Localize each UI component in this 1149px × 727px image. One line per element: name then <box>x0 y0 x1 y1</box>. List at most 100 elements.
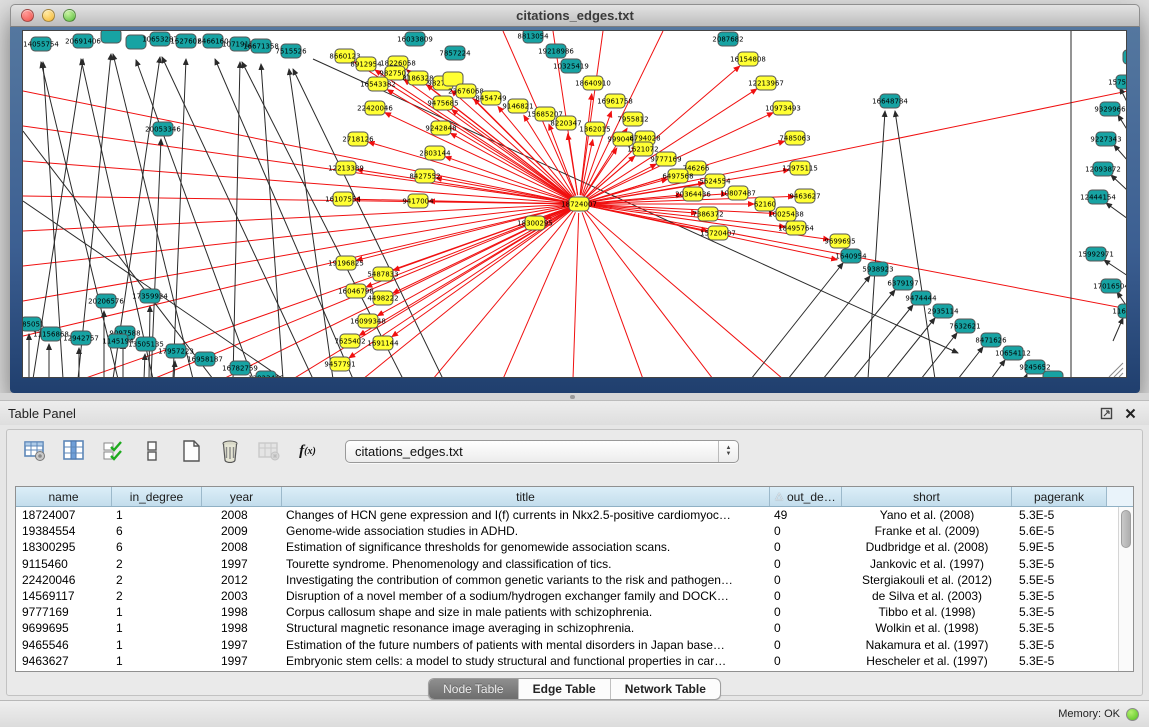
cited-node[interactable]: 16107554 <box>325 192 361 206</box>
cited-node[interactable]: 12213967 <box>748 76 784 90</box>
node[interactable]: 2087682 <box>712 32 743 46</box>
node[interactable]: 17016504 <box>1093 279 1127 293</box>
node[interactable]: 7515526 <box>275 44 307 58</box>
svg-text:12444154: 12444154 <box>1080 194 1116 202</box>
column-header-short[interactable]: short <box>842 487 1012 506</box>
new-table-icon[interactable] <box>177 438 204 464</box>
delete-table-icon[interactable] <box>255 438 282 464</box>
table-row[interactable]: 911546021997Tourette syndrome. Phenomeno… <box>16 556 1133 572</box>
cited-node[interactable]: 18640910 <box>575 76 611 90</box>
tab-edge-table[interactable]: Edge Table <box>519 679 611 699</box>
cited-node[interactable]: 1362015 <box>579 122 610 136</box>
table-cell: 9699695 <box>16 621 112 635</box>
svg-text:9329966: 9329966 <box>1094 106 1126 114</box>
table-selector-dropdown[interactable]: citations_edges.txt ▲▼ <box>345 440 739 463</box>
cited-node[interactable]: 9457791 <box>324 357 355 371</box>
node[interactable]: 12093872 <box>1085 162 1121 176</box>
node[interactable]: 10654112 <box>995 346 1031 360</box>
svg-text:1640954: 1640954 <box>835 253 867 261</box>
cited-node[interactable]: 12975115 <box>782 161 818 175</box>
table-cell: 5.3E-5 <box>1012 508 1107 522</box>
node[interactable]: 1640954 <box>835 249 867 263</box>
table-vertical-scrollbar[interactable] <box>1118 507 1133 671</box>
node[interactable]: 20206576 <box>88 294 124 308</box>
node[interactable]: 19218986 <box>538 44 574 58</box>
table-row[interactable]: 1872400712008Changes of HCN gene express… <box>16 507 1133 523</box>
table-row[interactable]: 969969511998Structural magnetic resonanc… <box>16 620 1133 636</box>
delete-rows-icon[interactable] <box>216 438 243 464</box>
node[interactable]: 9474444 <box>905 291 937 305</box>
cited-node[interactable]: 9699695 <box>824 234 855 248</box>
divider-handle-icon[interactable] <box>570 395 575 399</box>
select-rows-icon[interactable] <box>99 438 126 464</box>
function-builder-icon[interactable]: f(x) <box>294 438 321 464</box>
table-row[interactable]: 1830029562008Estimation of significance … <box>16 539 1133 555</box>
node[interactable] <box>1043 371 1063 378</box>
scrollbar-thumb[interactable] <box>1121 510 1131 548</box>
cited-node[interactable]: 16961758 <box>597 94 633 108</box>
cited-node[interactable]: 62160 <box>754 197 776 211</box>
node[interactable]: 7632621 <box>949 319 980 333</box>
cited-node[interactable]: 1691144 <box>367 336 399 350</box>
dropdown-stepper-icon: ▲▼ <box>718 441 738 462</box>
column-header-pagerank[interactable]: pagerank <box>1012 487 1107 506</box>
column-header-title[interactable]: title <box>282 487 770 506</box>
node[interactable]: 8813054 <box>517 31 549 43</box>
tab-network-table[interactable]: Network Table <box>611 679 720 699</box>
column-header-out_de[interactable]: △out_de… <box>770 487 842 506</box>
svg-text:17359924: 17359924 <box>132 293 168 301</box>
network-canvas[interactable]: 1872400714055754206914061065328715276026… <box>22 30 1127 378</box>
cited-node[interactable]: 16154808 <box>730 52 766 66</box>
cited-node[interactable]: 2803144 <box>419 146 451 160</box>
table-row[interactable]: 2242004622012Investigating the contribut… <box>16 572 1133 588</box>
merge-rows-icon[interactable] <box>138 438 165 464</box>
table-row[interactable]: 946362711997Embryonic stem cells: a mode… <box>16 653 1133 669</box>
table-row[interactable]: 977716911998Corpus callosum shape and si… <box>16 604 1133 620</box>
node[interactable] <box>101 31 121 43</box>
node[interactable] <box>1123 50 1127 64</box>
column-header-year[interactable]: year <box>202 487 282 506</box>
cited-node[interactable]: 7485063 <box>779 131 810 145</box>
cited-node[interactable]: 10973493 <box>765 101 801 115</box>
node[interactable]: 17359924 <box>132 289 168 303</box>
table-row[interactable]: 946554611997Estimation of the future num… <box>16 637 1133 653</box>
cited-node[interactable]: 7386372 <box>692 207 723 221</box>
table-settings-icon[interactable] <box>21 438 48 464</box>
cited-node[interactable]: 5624554 <box>699 174 731 188</box>
resize-grip-icon[interactable] <box>1109 363 1123 377</box>
node[interactable]: 5938923 <box>862 262 893 276</box>
node[interactable]: 16782759 <box>222 361 258 375</box>
cited-node[interactable]: 22420046 <box>357 101 393 115</box>
node[interactable]: 7857224 <box>439 46 471 60</box>
node[interactable]: 2935114 <box>927 304 959 318</box>
table-row[interactable]: 1938455462009Genome-wide association stu… <box>16 523 1133 539</box>
cited-node[interactable]: 9463627 <box>789 189 820 203</box>
cited-node[interactable]: 9417004 <box>402 194 434 208</box>
node[interactable]: 9227343 <box>1090 132 1121 146</box>
column-header-name[interactable]: name <box>16 487 112 506</box>
cited-node[interactable]: 19196825 <box>328 256 364 270</box>
node[interactable]: 20691406 <box>65 34 101 48</box>
cited-node[interactable]: 20364436 <box>675 187 711 201</box>
column-header-in_degree[interactable]: in_degree <box>112 487 202 506</box>
node[interactable]: 12444154 <box>1080 190 1116 204</box>
node[interactable]: 8471626 <box>975 333 1007 347</box>
cited-node[interactable]: 2718126 <box>342 132 374 146</box>
node[interactable]: 6379197 <box>887 276 918 290</box>
table-row[interactable]: 1456911722003Disruption of a novel membe… <box>16 588 1133 604</box>
panel-divider[interactable] <box>0 393 1149 400</box>
node[interactable]: 9329966 <box>1094 102 1126 116</box>
node[interactable]: 15992971 <box>1078 247 1114 261</box>
node[interactable]: 16033809 <box>397 32 433 46</box>
window-titlebar[interactable]: citations_edges.txt <box>10 4 1140 27</box>
table-cell: de Silva et al. (2003) <box>842 589 1012 603</box>
cited-node[interactable]: 9777169 <box>650 152 681 166</box>
node[interactable]: 16648784 <box>872 94 908 108</box>
tab-node-table[interactable]: Node Table <box>429 679 519 699</box>
column-select-icon[interactable] <box>60 438 87 464</box>
float-panel-icon[interactable] <box>1099 406 1113 420</box>
node[interactable]: 14055754 <box>23 37 59 51</box>
node[interactable]: 15751074 <box>1108 75 1127 89</box>
cited-node[interactable]: 7955812 <box>617 112 648 126</box>
close-panel-icon[interactable] <box>1123 406 1137 420</box>
